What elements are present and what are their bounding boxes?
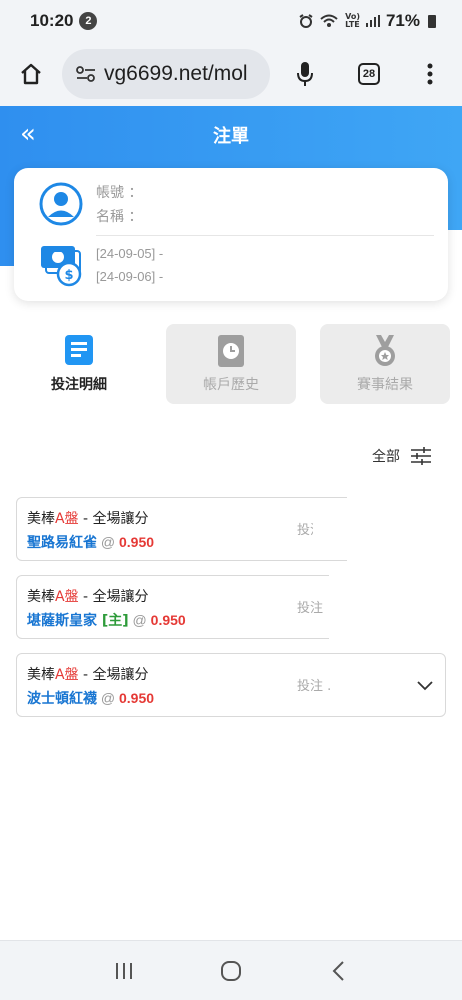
team-name: 波士頓紅襪 [27,691,97,707]
tab-label: 帳戶歷史 [203,377,259,393]
tab-count: 28 [358,63,380,85]
signal-icon [365,15,380,27]
bet-item[interactable]: 美棒A盤 - 全場讓分 堪薩斯皇家 [主] @ 0.950 投注 [16,574,447,640]
bet-selection: 堪薩斯皇家 [主] @ 0.950 [27,610,186,630]
at-sign: @ [128,612,151,628]
at-sign: @ [97,690,119,706]
battery-icon [428,14,436,28]
status-time: 10:20 [30,11,74,30]
handicap-tier: A盤 [55,589,79,605]
document-icon [65,335,93,365]
tab-switcher-button[interactable]: 28 [340,63,398,85]
home-tag: [主] [97,613,129,629]
bet-type: - 全場讓分 [78,589,149,605]
battery-level: 71% [385,11,420,30]
bet-status: 投注 . [297,679,332,694]
bet-selection: 聖路易紅雀 @ 0.950 [27,532,154,552]
recent-apps-button[interactable] [104,951,144,991]
account-label: 帳號 ： [96,185,143,201]
wifi-icon [320,14,338,27]
voice-search-button[interactable] [270,61,340,87]
tab-label: 賽事結果 [357,377,413,393]
home-nav-button[interactable] [211,951,251,991]
page-title: 注單 [213,126,249,147]
back-nav-button[interactable] [318,951,358,991]
league-name: 美棒 [27,667,55,683]
bet-selection: 波士頓紅襪 @ 0.950 [27,688,154,708]
handicap-tier: A盤 [55,667,79,683]
chevron-down-icon [417,681,433,691]
user-avatar-icon [39,182,83,230]
svg-text:$: $ [64,268,73,283]
mic-icon [297,62,313,86]
system-nav-bar [0,940,462,1000]
league-name: 美棒 [27,589,55,605]
browser-toolbar: vg6699.net/mol 28 [0,42,462,106]
redaction-mask [329,574,447,640]
account-card: 帳號 ： 名稱 ： $ [24-09-05] - [24-09-06] - [14,168,448,301]
more-vert-icon [427,63,433,85]
league-name: 美棒 [27,511,55,527]
odds-value: 0.950 [119,534,155,550]
name-label: 名稱 ： [96,209,143,225]
tab-match-results[interactable]: 賽事結果 [320,324,450,404]
money-icon: $ [39,244,85,292]
bet-item[interactable]: 美棒A盤 - 全場讓分 聖路易紅雀 @ 0.950 投注 [16,496,447,562]
bet-league: 美棒A盤 - 全場讓分 [27,508,149,528]
site-settings-icon[interactable] [76,66,98,82]
back-chevron-icon [332,960,345,981]
handicap-tier: A盤 [55,511,79,527]
bet-type: - 全場讓分 [78,667,149,683]
status-bar: 10:20 2 Vo) LTE 71% [0,0,462,42]
alarm-icon [299,14,313,28]
divider [96,235,434,236]
recent-apps-icon [115,962,132,979]
browser-menu-button[interactable] [398,63,462,85]
team-name: 堪薩斯皇家 [27,613,97,629]
home-circle-icon [220,960,241,981]
sliders-icon [411,447,431,465]
notification-badge: 2 [79,12,98,30]
redaction-mask [347,496,447,562]
at-sign: @ [97,534,119,550]
bet-item[interactable]: 美棒A盤 - 全場讓分 波士頓紅襪 @ 0.950 投注 . [16,653,446,717]
date-range-start: [24-09-05] - [96,246,164,261]
bet-league: 美棒A盤 - 全場讓分 [27,586,149,606]
bet-status: 投注 [297,601,324,616]
odds-value: 0.950 [150,612,186,628]
tab-label: 投注明細 [51,377,107,393]
status-icons: Vo) LTE 71% [299,11,436,31]
team-name: 聖路易紅雀 [27,535,97,551]
odds-value: 0.950 [119,690,155,706]
home-icon [21,63,41,85]
expand-button[interactable] [417,676,433,695]
home-button[interactable] [0,62,62,86]
volte-icon: Vo) LTE [345,12,360,29]
tab-account-history[interactable]: 帳戶歷史 [166,324,296,404]
date-range-end: [24-09-06] - [96,269,164,284]
clock-book-icon [218,335,244,367]
url-text: vg6699.net/mol [104,62,248,85]
page: 10:20 2 Vo) LTE 71% vg6699.net/mol 28 « … [0,0,462,1000]
medal-icon [375,335,395,366]
bet-type: - 全場讓分 [78,511,149,527]
address-bar[interactable]: vg6699.net/mol [62,49,270,99]
bet-league: 美棒A盤 - 全場讓分 [27,664,149,684]
filter-button[interactable]: 全部 [372,446,432,466]
tab-bet-details[interactable]: 投注明細 [14,324,144,404]
filter-label: 全部 [372,449,400,465]
